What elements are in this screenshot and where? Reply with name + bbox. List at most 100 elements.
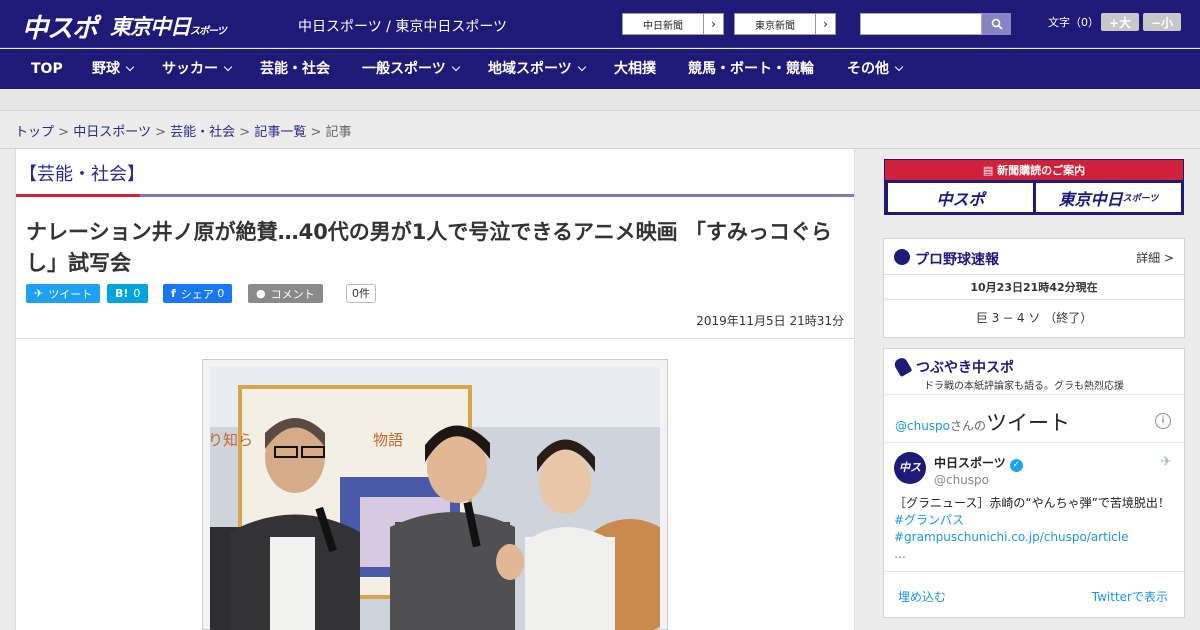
breadcrumb: トップ > 中日スポーツ > 芸能・社会 > 記事一覧 > 記事 [15, 121, 352, 140]
tweet-user-name-text: 中日スポーツ [934, 456, 1006, 470]
chevron-right-icon: › [815, 14, 835, 34]
chevron-down-icon [125, 62, 135, 72]
timeline-tweets-word: ツイート [986, 411, 1071, 435]
ad-stripe [0, 89, 1200, 111]
font-smaller-button[interactable]: −小 [1143, 13, 1181, 31]
tweet-ellipsis: … [894, 547, 906, 561]
twitter-widget-footer: 埋め込む Twitterで表示 [884, 571, 1184, 617]
nav-item-entertainment[interactable]: 芸能・社会 [260, 49, 330, 89]
main-nav: TOP 野球 サッカー 芸能・社会 一般スポーツ 地域スポーツ 大相撲 競馬・ボ… [0, 49, 1200, 89]
divider [884, 442, 1184, 443]
baseball-icon [894, 249, 910, 265]
tweet-hashtag-links[interactable]: #グランパス #grampuschunichi.co.jp/chuspo/art… [894, 513, 1128, 544]
nav-item-baseball[interactable]: 野球 [92, 49, 135, 89]
subscription-title-text: 新聞購読のご案内 [997, 164, 1086, 177]
tokyo-shimbun-link[interactable]: 東京新聞 › [734, 13, 836, 35]
article-title: ナレーション井ノ原が絶賛…40代の男が1人で号泣できるアニメ映画 「すみっコぐら… [26, 220, 832, 275]
comment-label: コメント [270, 287, 315, 301]
subscription-title: ▤ 新聞購読のご案内 [885, 160, 1183, 180]
info-icon[interactable]: i [1155, 413, 1171, 429]
nav-item-label: 芸能・社会 [260, 61, 330, 77]
section-header: 【芸能・社会】 [16, 149, 854, 197]
baseball-updated-time: 10月23日21時42分現在 [884, 275, 1184, 300]
nav-item-top[interactable]: TOP [31, 49, 63, 89]
twitter-widget-subtitle: ドラ戦の本紙評論家も語る。グラも熱烈応援 [924, 381, 1124, 392]
newspaper-icon: ▤ [982, 163, 998, 177]
hatena-count: 0 [133, 287, 141, 300]
tweet-text: ［グラニュース］赤崎の“やんちゃ弾”で苦境脱出！ #グランパス #grampusc… [894, 495, 1176, 563]
comment-button[interactable]: ● コメント [248, 284, 323, 303]
baseball-details-link[interactable]: 詳細 > [1136, 249, 1174, 266]
article-date: 2019年11月5日 21時31分 [696, 314, 844, 328]
facebook-count: 0 [217, 287, 225, 300]
chevron-down-icon [577, 62, 586, 72]
breadcrumb-link-entertainment[interactable]: 芸能・社会 [170, 125, 235, 140]
site-tagline: 中日スポーツ / 東京中日スポーツ [298, 19, 508, 35]
tokyo-shimbun-label: 東京新聞 [755, 20, 795, 32]
tweet-label: ツイート [48, 287, 93, 301]
chunichi-shimbun-label: 中日新聞 [643, 20, 683, 32]
hatena-bookmark-button[interactable]: B! 0 [107, 284, 149, 303]
nav-item-soccer[interactable]: サッカー [162, 49, 233, 89]
breadcrumb-current: 記事 [325, 125, 352, 140]
section-title[interactable]: 【芸能・社会】 [19, 160, 145, 186]
breadcrumb-separator: > [310, 125, 322, 140]
nav-item-label: サッカー [162, 61, 218, 77]
embed-link[interactable]: 埋め込む [898, 588, 946, 605]
breadcrumb-link-article-list[interactable]: 記事一覧 [254, 125, 306, 140]
article-header: ナレーション井ノ原が絶賛…40代の男が1人で号泣できるアニメ映画 「すみっコぐら… [16, 197, 854, 339]
article-container: 【芸能・社会】 ナレーション井ノ原が絶賛…40代の男が1人で号泣できるアニメ映画… [15, 149, 855, 630]
search-button[interactable] [982, 13, 1011, 35]
chevron-down-icon [894, 62, 904, 72]
baseball-widget-title: プロ野球速報 [915, 252, 999, 268]
nav-item-other[interactable]: その他 [847, 49, 904, 89]
subscription-banner: ▤ 新聞購読のご案内 中スポ 東京中日 スポーツ [884, 159, 1184, 215]
tweet-user-handle[interactable]: @chuspo [934, 473, 989, 487]
chuspo-logo[interactable]: 中スポ [22, 8, 98, 45]
timeline-account-link[interactable]: @chuspo [895, 419, 950, 433]
twitter-widget-header: つぶやき中スポ ドラ戦の本紙評論家も語る。グラも熱烈応援 [884, 349, 1184, 395]
search-input[interactable] [860, 13, 982, 35]
tweet-user-name[interactable]: 中日スポーツ ✓ [934, 454, 1023, 472]
nav-item-general-sports[interactable]: 一般スポーツ [362, 49, 460, 89]
nav-item-local-sports[interactable]: 地域スポーツ [488, 49, 586, 89]
baseball-widget-header: プロ野球速報 詳細 > [884, 239, 1184, 275]
tokyo-chunichi-logo[interactable]: 東京中日スポーツ [110, 11, 227, 41]
tweet-text-main: ［グラニュース］赤崎の“やんちゃ弾”で苦境脱出！ [894, 496, 1170, 510]
nav-item-label: 競馬・ボート・競輪 [688, 61, 814, 77]
breadcrumb-link-top[interactable]: トップ [15, 125, 54, 140]
search-icon [991, 18, 1003, 30]
megaphone-icon [892, 355, 913, 378]
verified-badge-icon: ✓ [1009, 459, 1023, 472]
twitter-widget: つぶやき中スポ ドラ戦の本紙評論家も語る。グラも熱烈応援 @chuspoさんのツ… [883, 348, 1185, 618]
timeline-heading: @chuspoさんのツイート [895, 407, 1070, 437]
avatar[interactable]: 中スポ [894, 452, 926, 506]
nav-item-label: 大相撲 [614, 61, 656, 77]
font-larger-button[interactable]: +大 [1101, 13, 1139, 31]
breadcrumb-link-chunichi-sports[interactable]: 中日スポーツ [73, 125, 151, 140]
nav-item-racing[interactable]: 競馬・ボート・競輪 [688, 49, 814, 89]
view-on-twitter-link[interactable]: Twitterで表示 [1092, 588, 1168, 605]
twitter-bird-icon: ✈ [34, 287, 44, 300]
facebook-share-button[interactable]: f シェア 0 [163, 284, 233, 303]
chevron-down-icon [451, 62, 460, 72]
subscribe-chuspo-button[interactable]: 中スポ [888, 183, 1033, 212]
subscribe-tokyo-chunichi-button[interactable]: 東京中日 スポーツ [1036, 183, 1181, 212]
tweet-button[interactable]: ✈ ツイート [26, 284, 101, 303]
twitter-bird-icon[interactable]: ✈ [1160, 454, 1172, 470]
article-photo[interactable]: り知ら 物語 [210, 367, 660, 630]
chunichi-shimbun-link[interactable]: 中日新聞 › [622, 13, 724, 35]
nav-item-sumo[interactable]: 大相撲 [614, 49, 656, 89]
speech-bubble-icon: ● [256, 287, 266, 300]
breadcrumb-separator: > [239, 125, 251, 140]
twitter-widget-title: つぶやき中スポ [916, 360, 1014, 376]
baseball-scores-widget: プロ野球速報 詳細 > 10月23日21時42分現在 巨 3 − 4 ソ （終了… [883, 238, 1185, 338]
subscribe-tokyo-chunichi-small: スポーツ [1122, 194, 1159, 204]
baseball-score[interactable]: 巨 3 − 4 ソ （終了） [884, 300, 1184, 337]
nav-item-label: 野球 [92, 61, 120, 77]
article-photo-frame: り知ら 物語 [202, 359, 668, 630]
breadcrumb-separator: > [155, 125, 166, 140]
chevron-right-icon: › [703, 14, 723, 34]
subscribe-tokyo-chunichi-label: 東京中日 [1058, 189, 1123, 209]
facebook-share-label: シェア [180, 287, 214, 301]
